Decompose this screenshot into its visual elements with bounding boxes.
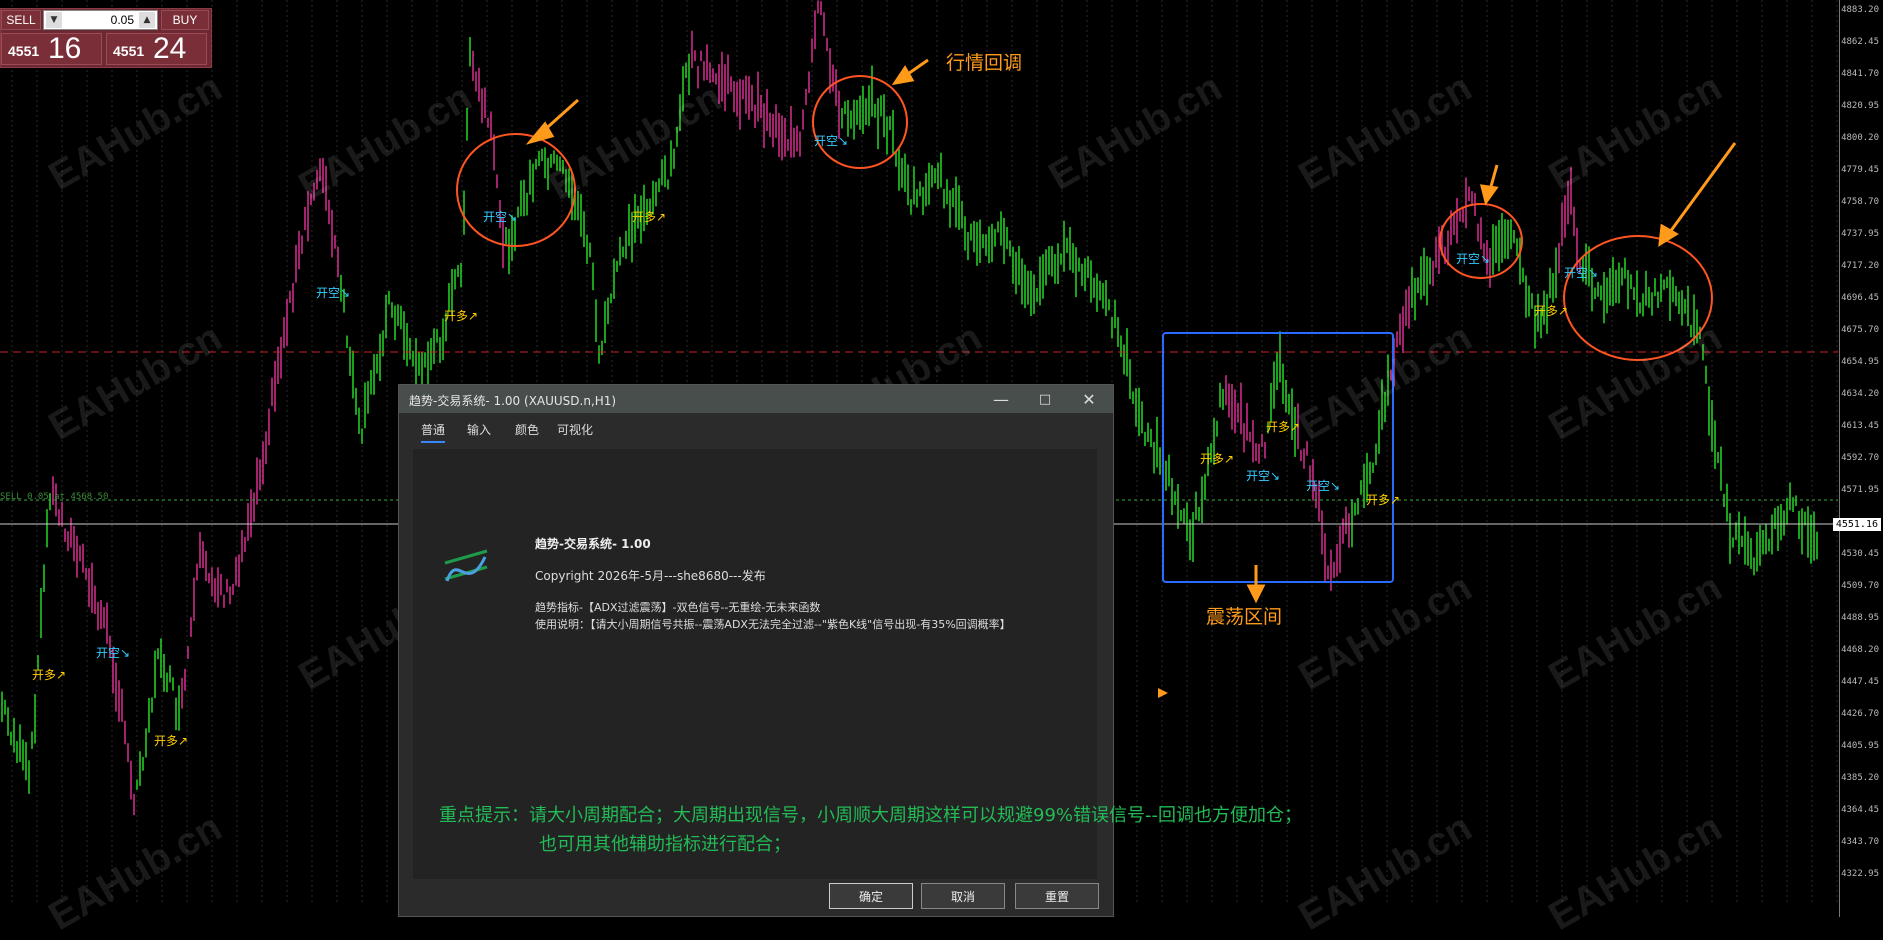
long-signal-label: 开多↗ <box>632 210 667 224</box>
price-tick: 4841.70 <box>1841 69 1879 79</box>
price-tick: 4447.45 <box>1841 677 1879 687</box>
chart-shift-marker <box>1158 688 1168 698</box>
info-panel: 趋势-交易系统- 1.00 Copyright 2026年-5月---she86… <box>413 449 1302 879</box>
price-tick: 4675.70 <box>1841 325 1879 335</box>
copyright-text: Copyright 2026年-5月---she8680---发布 <box>535 569 766 583</box>
ranging-annotation: 震荡区间 <box>1206 606 1283 628</box>
price-tick: 4322.95 <box>1841 869 1879 879</box>
dialog-title: 趋势-交易系统- 1.00 (XAUUSD.n,H1) <box>409 394 617 408</box>
short-signal-label: 开空↘ <box>1246 469 1281 483</box>
maximize-icon[interactable]: □ <box>1023 385 1067 413</box>
annotation-circle <box>456 133 576 247</box>
pullback-annotation: 行情回调 <box>946 52 1023 74</box>
volume-decrease-icon[interactable]: ▼ <box>46 12 62 28</box>
buy-button[interactable]: BUY <box>161 10 209 30</box>
tab-inputs[interactable]: 输入 <box>467 421 491 438</box>
tab-colors[interactable]: 颜色 <box>515 421 539 438</box>
tab-common[interactable]: 普通 <box>421 421 446 443</box>
usage-line: 使用说明：【请大小周期信号共振--震荡ADX无法完全过滤--"紫色K线"信号出现… <box>535 618 1011 631</box>
dialog-title-bar[interactable]: 趋势-交易系统- 1.00 (XAUUSD.n,H1) — □ ✕ <box>399 385 1113 413</box>
price-tick: 4634.20 <box>1841 389 1879 399</box>
price-tick: 4592.70 <box>1841 453 1879 463</box>
cancel-button[interactable]: 取消 <box>921 883 1005 909</box>
long-signal-label: 开多↗ <box>1200 452 1235 466</box>
sell-button[interactable]: SELL <box>1 10 41 30</box>
sell-price-button[interactable]: 4551 16 <box>1 32 102 65</box>
price-tick: 4488.95 <box>1841 613 1879 623</box>
sell-order-label: SELL 0.05 at 4568.50 <box>0 492 109 502</box>
one-click-trading-panel: SELL ▼ ▲ BUY 4551 16 4551 24 <box>0 8 212 68</box>
sell-price-big: 16 <box>48 32 82 65</box>
price-tick: 4468.20 <box>1841 645 1879 655</box>
long-signal-label: 开多↗ <box>32 668 67 682</box>
short-signal-label: 开空↘ <box>1306 479 1341 493</box>
price-tick: 4613.45 <box>1841 421 1879 431</box>
price-axis[interactable]: 4551.16 4883.20 4862.45 4841.70 4820.95 4800… <box>1832 0 1883 917</box>
volume-stepper[interactable]: ▼ ▲ <box>43 10 158 30</box>
price-tick: 4800.20 <box>1841 133 1879 143</box>
current-price-label: 4551.16 <box>1832 518 1881 531</box>
buy-price-big: 24 <box>153 32 187 65</box>
tab-visualization[interactable]: 可视化 <box>557 421 593 438</box>
ranging-box <box>1162 332 1394 583</box>
price-tick: 4820.95 <box>1841 101 1879 111</box>
long-signal-label: 开多↗ <box>1266 420 1301 434</box>
short-signal-label: 开空↘ <box>316 286 351 300</box>
short-signal-label: 开空↘ <box>96 646 131 660</box>
price-tick: 4405.95 <box>1841 741 1879 751</box>
long-signal-label: 开多↗ <box>444 309 479 323</box>
sell-price-small: 4551 <box>8 43 40 59</box>
indicator-logo-icon <box>444 549 488 582</box>
price-tick: 4530.45 <box>1841 549 1879 559</box>
price-tick: 4779.45 <box>1841 165 1879 175</box>
price-tick: 4883.20 <box>1841 5 1879 15</box>
short-signal-label: 开空↘ <box>814 134 849 148</box>
annotation-circle <box>1563 235 1713 361</box>
tip-line: 也可用其他辅助指标进行配合； <box>539 834 791 855</box>
price-tick: 4696.45 <box>1841 293 1879 303</box>
buy-price-button[interactable]: 4551 24 <box>106 32 207 65</box>
minimize-icon[interactable]: — <box>979 385 1023 413</box>
long-signal-label: 开多↗ <box>154 734 189 748</box>
price-tick: 4385.20 <box>1841 773 1879 783</box>
buy-price-small: 4551 <box>113 43 145 59</box>
long-signal-label: 开多↗ <box>1366 493 1401 507</box>
price-tick: 4654.95 <box>1841 357 1879 367</box>
reset-button[interactable]: 重置 <box>1015 883 1099 909</box>
short-signal-label: 开空↘ <box>483 210 518 224</box>
price-tick: 4343.70 <box>1841 837 1879 847</box>
volume-increase-icon[interactable]: ▲ <box>139 12 155 28</box>
price-tick: 4862.45 <box>1841 37 1879 47</box>
indicator-properties-dialog: 趋势-交易系统- 1.00 (XAUUSD.n,H1) — □ ✕ 普通 输入 … <box>398 384 1302 917</box>
tip-line: 重点提示：请大小周期配合；大周期出现信号，小周顺大周期这样可以规避99%错误信号… <box>439 805 1302 826</box>
price-tick: 4509.70 <box>1841 581 1879 591</box>
description-line: 趋势指标-【ADX过滤震荡】-双色信号--无重绘-无未来函数 <box>535 601 821 614</box>
price-tick: 4758.70 <box>1841 197 1879 207</box>
price-tick: 4571.95 <box>1841 485 1879 495</box>
price-tick: 4364.45 <box>1841 805 1879 815</box>
price-tick: 4426.70 <box>1841 709 1879 719</box>
short-signal-label: 开空↘ <box>1456 252 1491 266</box>
product-name: 趋势-交易系统- 1.00 <box>535 537 651 551</box>
long-signal-label: 开多↗ <box>1534 304 1569 318</box>
ok-button[interactable]: 确定 <box>829 883 913 909</box>
close-icon[interactable]: ✕ <box>1067 385 1111 413</box>
price-tick: 4717.20 <box>1841 261 1879 271</box>
short-signal-label: 开空↘ <box>1564 266 1599 280</box>
price-tick: 4737.95 <box>1841 229 1879 239</box>
volume-input[interactable] <box>64 11 134 29</box>
